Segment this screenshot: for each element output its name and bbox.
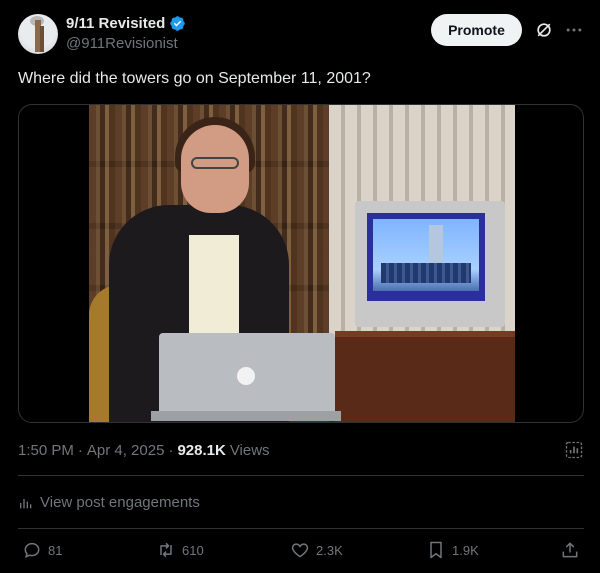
reply-button[interactable]: 81 xyxy=(22,540,62,560)
views-label: Views xyxy=(229,442,270,459)
promote-button[interactable]: Promote xyxy=(431,14,522,46)
grok-icon[interactable] xyxy=(534,20,554,40)
view-engagements-link[interactable]: View post engagements xyxy=(18,494,200,511)
share-icon xyxy=(562,542,578,558)
tweet-actions: 81 610 2.3K 1.9K xyxy=(18,540,584,564)
reply-icon xyxy=(24,542,40,558)
share-button[interactable] xyxy=(560,540,580,560)
video-frame[interactable] xyxy=(89,105,515,422)
tweet-date[interactable]: Apr 4, 2025 xyxy=(87,442,165,459)
divider xyxy=(18,528,584,529)
tweet-text: Where did the towers go on September 11,… xyxy=(18,70,371,87)
tweet-time[interactable]: 1:50 PM xyxy=(18,442,74,459)
like-button[interactable]: 2.3K xyxy=(290,540,343,560)
engagements-label: View post engagements xyxy=(40,494,200,511)
bookmark-icon xyxy=(430,541,442,559)
tower-avatar-icon[interactable] xyxy=(18,14,58,54)
bookmark-count: 1.9K xyxy=(452,542,479,558)
tweet-header: 9/11 Revisited @911Revisionist Promote xyxy=(18,14,588,58)
divider xyxy=(18,475,584,476)
meta-separator: · xyxy=(168,442,174,459)
verified-badge-icon xyxy=(170,16,185,31)
more-icon[interactable] xyxy=(564,20,584,40)
repost-button[interactable]: 610 xyxy=(156,540,204,560)
meta-separator: · xyxy=(77,442,83,459)
author-handle[interactable]: @911Revisionist xyxy=(66,35,186,52)
bar-chart-icon xyxy=(20,498,32,508)
author-info: 9/11 Revisited @911Revisionist xyxy=(66,15,186,52)
tweet-video[interactable] xyxy=(18,104,584,423)
like-count: 2.3K xyxy=(316,542,343,558)
apple-logo-icon xyxy=(237,367,255,385)
tweet-meta: 1:50 PM · Apr 4, 2025 · 928.1K Views xyxy=(18,442,270,459)
views-count: 928.1K xyxy=(177,442,226,459)
repost-count: 610 xyxy=(182,542,204,558)
tv-image xyxy=(355,201,505,327)
analytics-icon[interactable] xyxy=(564,440,584,460)
heart-icon xyxy=(291,543,309,558)
reply-count: 81 xyxy=(48,542,63,558)
repost-icon xyxy=(160,542,172,558)
author-display-name[interactable]: 9/11 Revisited xyxy=(66,15,165,32)
bookmark-button[interactable]: 1.9K xyxy=(426,540,479,560)
